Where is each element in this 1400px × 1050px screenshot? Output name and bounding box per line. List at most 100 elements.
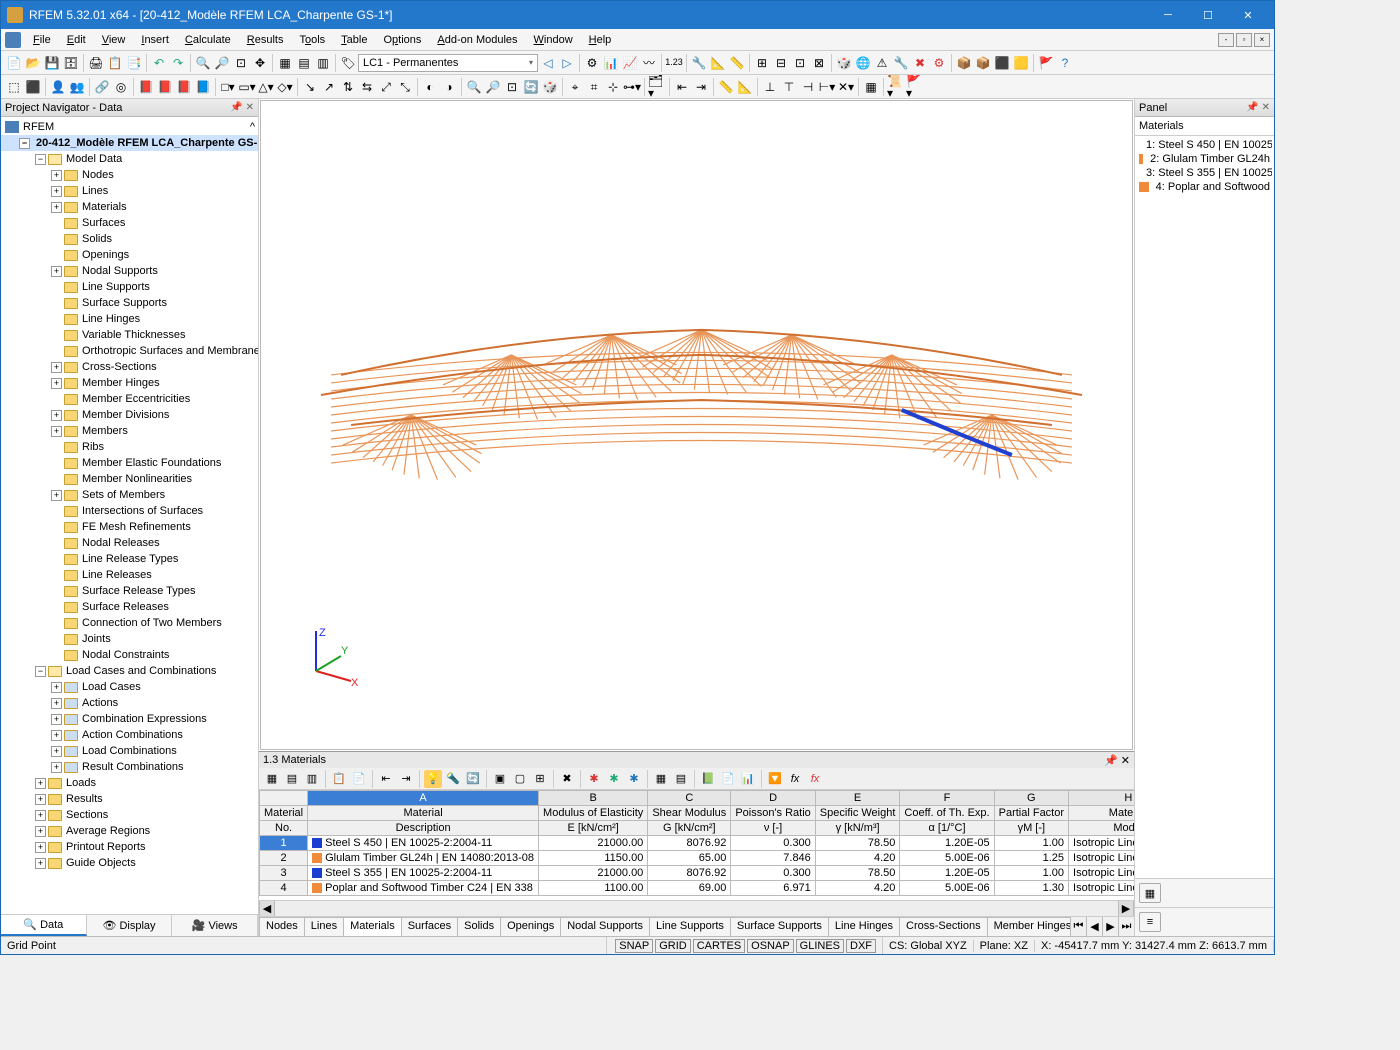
tree-item-surface-supports[interactable]: Surface Supports — [1, 295, 258, 311]
tbl-b4[interactable]: 📋 — [330, 770, 348, 788]
tree-item-nodal-constraints[interactable]: Nodal Constraints — [1, 647, 258, 663]
nav-tab-display[interactable]: 👁Display — [87, 915, 173, 936]
link-icon[interactable]: 🔗 — [93, 78, 111, 96]
tbl-b10[interactable]: 🔄 — [464, 770, 482, 788]
tabnav-next[interactable]: ▶ — [1102, 917, 1118, 936]
grid-icon[interactable]: ⊞ — [753, 54, 771, 72]
status-toggle-snap[interactable]: SNAP — [615, 939, 653, 953]
tree-item-members[interactable]: +Members — [1, 423, 258, 439]
tbl-b16[interactable]: ✱ — [605, 770, 623, 788]
measure-icon[interactable]: 📏 — [717, 78, 735, 96]
navigator-tree[interactable]: RFEM ^ − 20-412_Modèle RFEM LCA_Charpent… — [1, 117, 258, 914]
mdi-minimize[interactable]: - — [1218, 33, 1234, 47]
script-icon[interactable]: 📜▾ — [887, 78, 905, 96]
table-tab-lines[interactable]: Lines — [304, 917, 344, 936]
pin-icon[interactable]: 📌 ✕ — [230, 102, 254, 113]
box1-icon[interactable]: 📦 — [955, 54, 973, 72]
tree-item-nodes[interactable]: +Nodes — [1, 167, 258, 183]
snap4-icon[interactable]: ⊶▾ — [623, 78, 641, 96]
menu-file[interactable]: File — [25, 31, 59, 49]
table-tab-surfaces[interactable]: Surfaces — [401, 917, 458, 936]
table-tab-nodal-supports[interactable]: Nodal Supports — [560, 917, 650, 936]
scroll-right-icon[interactable]: ▶ — [1118, 901, 1134, 916]
tool-b-icon[interactable]: 📐 — [709, 54, 727, 72]
menu-view[interactable]: View — [94, 31, 134, 49]
table-tab-materials[interactable]: Materials — [343, 917, 402, 936]
unit-icon[interactable]: 1.23 — [665, 54, 683, 72]
zoom-all-icon[interactable]: 🔎 — [484, 78, 502, 96]
tree-item-sets-of-members[interactable]: +Sets of Members — [1, 487, 258, 503]
ic4[interactable]: ⇆ — [358, 78, 376, 96]
mod2-icon[interactable]: 📕 — [156, 78, 174, 96]
tbl-b19[interactable]: ▤ — [672, 770, 690, 788]
warn-icon[interactable]: ⚠ — [873, 54, 891, 72]
tbl-chart[interactable]: 📊 — [739, 770, 757, 788]
tbl-b14[interactable]: ✖ — [558, 770, 576, 788]
tree-item-nodal-releases[interactable]: Nodal Releases — [1, 535, 258, 551]
tbl-b5[interactable]: 📄 — [350, 770, 368, 788]
tree-item-cross-sections[interactable]: +Cross-Sections — [1, 359, 258, 375]
view-2-icon[interactable]: ▤ — [295, 54, 313, 72]
tree-item-member-hinges[interactable]: +Member Hinges — [1, 375, 258, 391]
save-icon[interactable]: 💾 — [43, 54, 61, 72]
tree-item-openings[interactable]: Openings — [1, 247, 258, 263]
indent2-icon[interactable]: ⇥ — [692, 78, 710, 96]
menu-addons[interactable]: Add-on Modules — [429, 31, 525, 49]
tabnav-prev[interactable]: ◀ — [1086, 917, 1102, 936]
cs2-icon[interactable]: ⊤ — [780, 78, 798, 96]
box3-icon[interactable]: ⬛ — [993, 54, 1011, 72]
zoom-icon[interactable]: 🔎 — [213, 54, 231, 72]
tbl-b9[interactable]: 🔦 — [444, 770, 462, 788]
angle-icon[interactable]: 📐 — [736, 78, 754, 96]
zoom-win-icon[interactable]: ⊡ — [503, 78, 521, 96]
tree-item-fe-mesh-refinements[interactable]: FE Mesh Refinements — [1, 519, 258, 535]
material-item[interactable]: 4: Poplar and Softwood — [1137, 180, 1272, 194]
lc-prev-icon[interactable]: ◁ — [539, 54, 557, 72]
table-row[interactable]: 4Poplar and Softwood Timber C24 | EN 338… — [260, 881, 1135, 896]
panel-pin-icon[interactable]: 📌 ✕ — [1246, 102, 1270, 113]
tree-model-data[interactable]: − Model Data — [1, 151, 258, 167]
tree-item-member-divisions[interactable]: +Member Divisions — [1, 407, 258, 423]
cs4-icon[interactable]: ⊢▾ — [818, 78, 836, 96]
cs5-icon[interactable]: ✕▾ — [837, 78, 855, 96]
maximize-button[interactable]: ☐ — [1188, 1, 1228, 29]
tree-item-guide-objects[interactable]: +Guide Objects — [1, 855, 258, 871]
minimize-button[interactable]: ─ — [1148, 1, 1188, 29]
table-tab-surface-supports[interactable]: Surface Supports — [730, 917, 829, 936]
wrench-icon[interactable]: 🔧 — [892, 54, 910, 72]
scroll-left-icon[interactable]: ◀ — [259, 901, 275, 916]
table-tab-solids[interactable]: Solids — [457, 917, 501, 936]
dd1-icon[interactable]: □▾ — [219, 78, 237, 96]
tbl-fx2[interactable]: fx — [806, 770, 824, 788]
status-toggle-dxf[interactable]: DXF — [846, 939, 876, 953]
print-icon[interactable]: 🖨 — [87, 54, 105, 72]
pan-icon[interactable]: ✥ — [251, 54, 269, 72]
tree-item-member-eccentricities[interactable]: Member Eccentricities — [1, 391, 258, 407]
tree-item-member-elastic-foundations[interactable]: Member Elastic Foundations — [1, 455, 258, 471]
tree-item-nodal-supports[interactable]: +Nodal Supports — [1, 263, 258, 279]
tree-item-variable-thicknesses[interactable]: Variable Thicknesses — [1, 327, 258, 343]
dd4-icon[interactable]: ◇▾ — [276, 78, 294, 96]
tree-item-printout-reports[interactable]: +Printout Reports — [1, 839, 258, 855]
menu-results[interactable]: Results — [239, 31, 292, 49]
lc-next-icon[interactable]: ▷ — [558, 54, 576, 72]
grid3-icon[interactable]: ⊡ — [791, 54, 809, 72]
mdi-close[interactable]: × — [1254, 33, 1270, 47]
cs1-icon[interactable]: ⊥ — [761, 78, 779, 96]
nav-tab-data[interactable]: 🔍Data — [1, 915, 87, 936]
table-tab-openings[interactable]: Openings — [500, 917, 561, 936]
load-case-combo[interactable]: LC1 - Permanentes — [358, 54, 538, 72]
table-pin-icon[interactable]: 📌 ✕ — [1104, 754, 1130, 767]
ic7[interactable]: ◐ — [421, 78, 439, 96]
table-icon[interactable]: ▦ — [862, 78, 880, 96]
table-row[interactable]: 1Steel S 450 | EN 10025-2:2004-1121000.0… — [260, 836, 1135, 851]
tbl-b6[interactable]: ⇤ — [377, 770, 395, 788]
tree-item-combination-expressions[interactable]: +Combination Expressions — [1, 711, 258, 727]
tbl-b15[interactable]: ✱ — [585, 770, 603, 788]
redo-icon[interactable]: ↷ — [169, 54, 187, 72]
tool-a-icon[interactable]: 🔧 — [690, 54, 708, 72]
tree-item-materials[interactable]: +Materials — [1, 199, 258, 215]
tool-c-icon[interactable]: 📏 — [728, 54, 746, 72]
snap1-icon[interactable]: ⌖ — [566, 78, 584, 96]
table-tab-nodes[interactable]: Nodes — [259, 917, 305, 936]
